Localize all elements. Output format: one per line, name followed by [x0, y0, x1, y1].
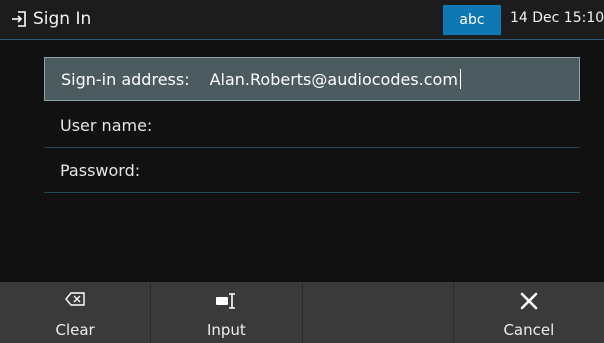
empty-softkey[interactable] — [303, 282, 454, 343]
clear-button[interactable]: Clear — [0, 282, 152, 343]
page-title: Sign In — [33, 9, 92, 29]
backspace-icon — [65, 292, 85, 306]
sign-in-address-label: Sign-in address: — [61, 69, 190, 89]
softkey-bar: Clear Input Cancel — [0, 282, 604, 343]
sign-in-icon — [12, 11, 26, 27]
user-name-field[interactable]: User name: — [44, 104, 580, 148]
close-icon — [520, 292, 538, 310]
input-mode-badge[interactable]: abc — [443, 5, 501, 35]
cancel-button[interactable]: Cancel — [454, 282, 604, 343]
date-time: 14 Dec 15:10 — [510, 10, 604, 26]
password-field[interactable]: Password: — [44, 149, 580, 193]
cancel-label: Cancel — [503, 321, 555, 339]
user-name-label: User name: — [60, 116, 153, 135]
sign-in-form: Sign-in address: Alan.Roberts@audiocodes… — [0, 41, 604, 282]
input-button[interactable]: Input — [151, 282, 303, 343]
clear-label: Clear — [55, 321, 95, 339]
password-label: Password: — [60, 161, 141, 180]
sign-in-address-field[interactable]: Sign-in address: Alan.Roberts@audiocodes… — [44, 57, 580, 101]
title-bar: Sign In abc 14 Dec 15:10 — [0, 0, 604, 40]
input-label: Input — [206, 321, 246, 339]
text-cursor — [459, 69, 462, 89]
input-mode-icon — [216, 293, 236, 309]
sign-in-address-input[interactable]: Alan.Roberts@audiocodes.com — [210, 70, 458, 89]
